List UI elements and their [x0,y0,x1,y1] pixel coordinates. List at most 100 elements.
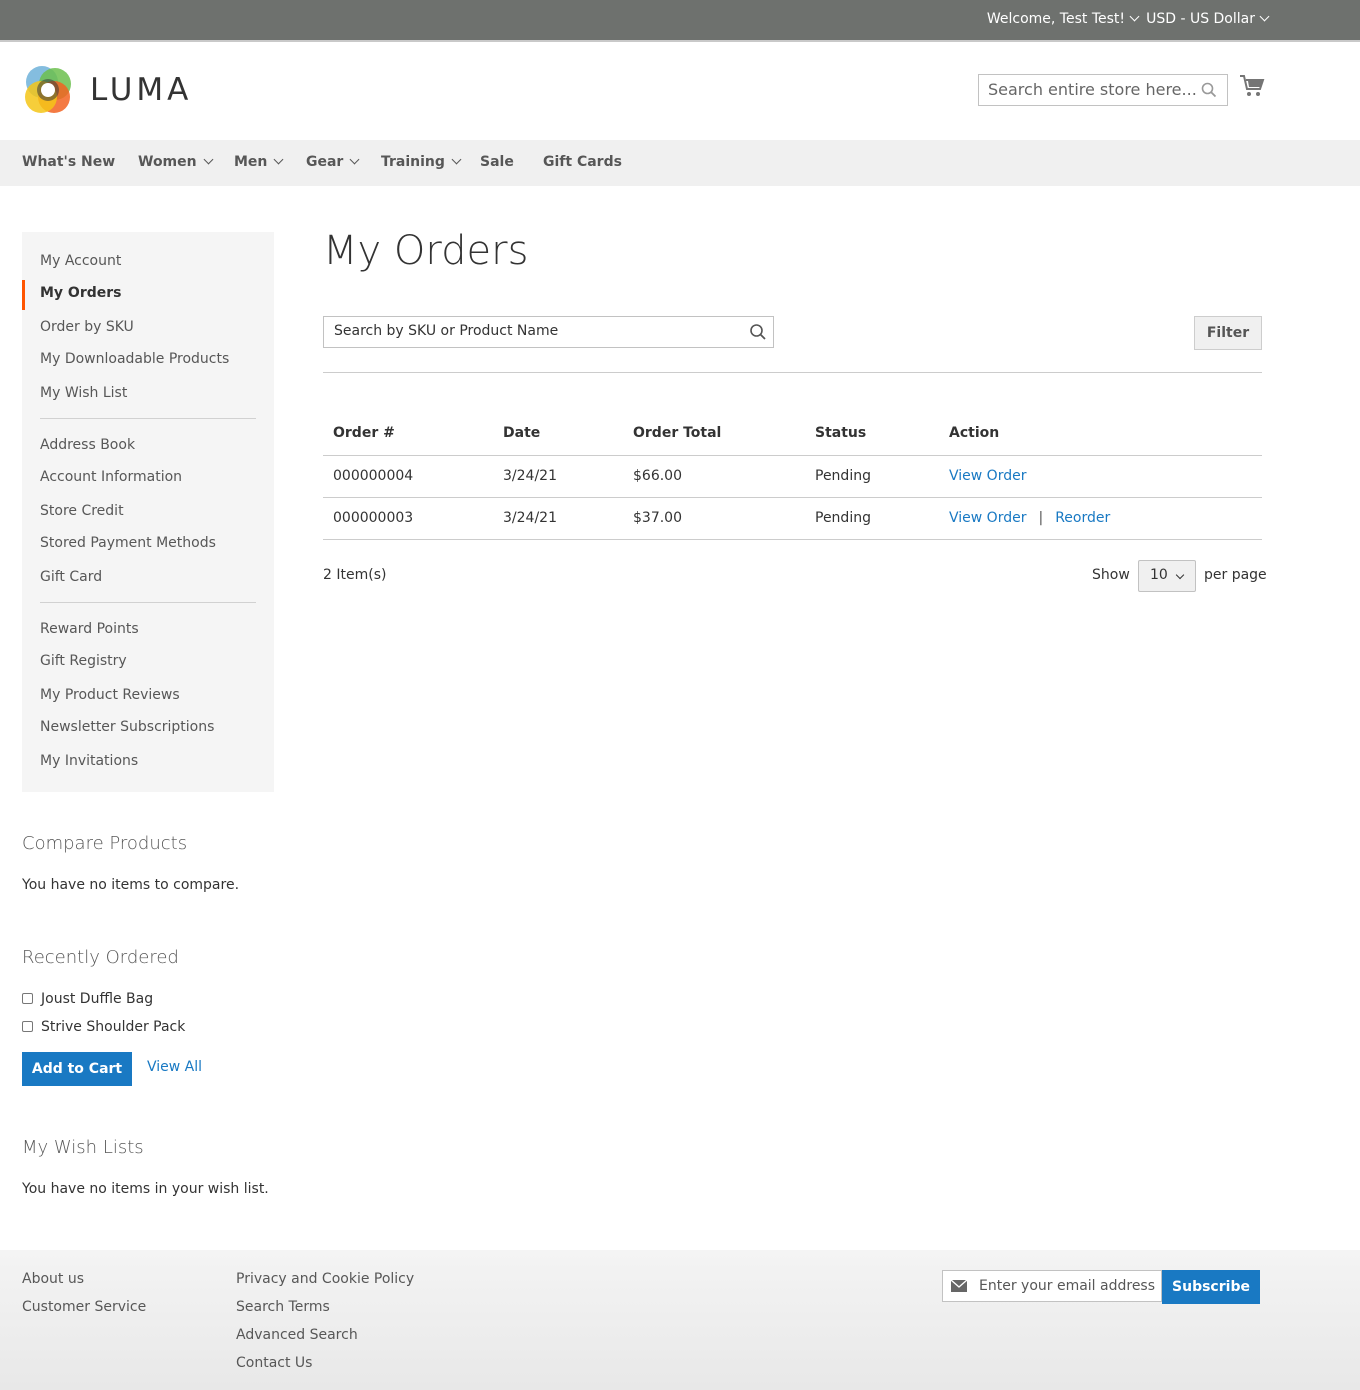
sidebar-item-stored-payment-methods[interactable]: Stored Payment Methods [40,535,216,551]
sidebar-item-gift-registry[interactable]: Gift Registry [40,653,127,669]
top-bar: Welcome, Test Test! USD - US Dollar [0,0,1360,42]
sidebar-divider [40,418,256,419]
order-total: $37.00 [623,497,805,540]
order-total: $66.00 [623,455,805,498]
nav-label: Gear [306,154,344,170]
order-date: 3/24/21 [493,497,623,540]
table-row: 000000003 3/24/21 $37.00 Pending View Or… [323,497,1262,540]
chevron-down-icon [349,154,360,165]
filter-button[interactable]: Filter [1194,316,1262,350]
store-search-input[interactable]: Search entire store here... [978,74,1228,106]
chevron-down-icon [1175,570,1185,580]
wishlists-title: My Wish Lists [22,1137,144,1158]
recently-ordered-title: Recently Ordered [22,947,179,968]
recently-ordered-item[interactable]: Strive Shoulder Pack [22,1019,185,1035]
logo-text: LUMA [90,72,193,108]
search-icon[interactable] [1201,82,1217,98]
chevron-down-icon [203,154,214,165]
store-logo[interactable]: LUMA [22,64,222,118]
action-separator: | [1038,510,1044,526]
view-order-link[interactable]: View Order [949,468,1026,484]
nav-gift-cards[interactable]: Gift Cards [543,154,622,170]
newsletter-email-input[interactable]: Enter your email address [942,1270,1162,1302]
reorder-link[interactable]: Reorder [1055,510,1110,526]
page-title: My Orders [323,228,529,274]
sidebar-item-product-reviews[interactable]: My Product Reviews [40,687,180,703]
nav-women[interactable]: Women [138,154,214,170]
sku-search-input[interactable]: Search by SKU or Product Name [323,316,774,348]
sidebar-item-gift-card[interactable]: Gift Card [40,569,102,585]
sidebar-item-wish-list[interactable]: My Wish List [40,385,127,401]
sidebar-item-address-book[interactable]: Address Book [40,437,135,453]
newsletter-placeholder: Enter your email address [979,1278,1156,1294]
welcome-text: Welcome, Test Test! [986,11,1125,27]
nav-whats-new[interactable]: What's New [22,154,115,170]
luma-logo-icon [25,66,71,113]
store-search-placeholder: Search entire store here... [988,80,1197,99]
nav-label: Women [138,154,197,170]
cart-icon[interactable] [1239,74,1265,98]
compare-empty-text: You have no items to compare. [22,877,240,893]
table-header-row: Order # Date Order Total Status Action [323,412,1262,456]
sidebar-item-reward-points[interactable]: Reward Points [40,621,139,637]
items-count: 2 Item(s) [323,567,387,583]
sidebar-item-my-orders[interactable]: My Orders [40,285,122,301]
nav-label: What's New [22,154,116,170]
sidebar-item-my-account[interactable]: My Account [40,253,121,269]
welcome-dropdown[interactable]: Welcome, Test Test! [986,11,1140,27]
per-page-value: 10 [1150,567,1168,583]
sidebar-item-account-information[interactable]: Account Information [40,469,182,485]
main-navigation: What's New Women Men Gear Training Sale … [0,140,1360,186]
checkbox[interactable] [22,1021,33,1032]
sidebar-item-order-by-sku[interactable]: Order by SKU [40,319,134,335]
wishlists-empty-text: You have no items in your wish list. [22,1181,269,1197]
column-header-date: Date [493,412,623,456]
envelope-icon [951,1280,967,1292]
nav-label: Gift Cards [543,154,622,170]
sidebar-item-store-credit[interactable]: Store Credit [40,503,124,519]
orders-table: Order # Date Order Total Status Action 0… [323,412,1262,540]
chevron-down-icon [1129,11,1140,22]
sidebar-item-downloadable-products[interactable]: My Downloadable Products [40,351,229,367]
column-header-order: Order # [323,412,493,456]
footer-link-privacy[interactable]: Privacy and Cookie Policy [236,1271,414,1287]
item-label: Strive Shoulder Pack [41,1019,186,1035]
column-header-total: Order Total [623,412,805,456]
sidebar-divider [40,602,256,603]
nav-label: Sale [480,154,514,170]
subscribe-button[interactable]: Subscribe [1162,1270,1260,1304]
per-page-select[interactable]: 10 [1138,560,1196,592]
sku-search-placeholder: Search by SKU or Product Name [334,323,559,339]
nav-gear[interactable]: Gear [306,154,360,170]
footer-link-contact-us[interactable]: Contact Us [236,1355,312,1371]
add-to-cart-button[interactable]: Add to Cart [22,1052,132,1086]
currency-switcher[interactable]: USD - US Dollar [1146,11,1270,27]
account-sidebar: My Account My Orders Order by SKU My Dow… [22,232,274,792]
view-all-link[interactable]: View All [147,1059,202,1075]
order-status: Pending [805,455,939,498]
order-number: 000000003 [323,497,493,540]
nav-sale[interactable]: Sale [480,154,514,170]
column-header-status: Status [805,412,939,456]
order-actions: View Order | Reorder [939,497,1262,540]
footer-link-search-terms[interactable]: Search Terms [236,1299,330,1315]
recently-ordered-item[interactable]: Joust Duffle Bag [22,991,153,1007]
footer-link-about-us[interactable]: About us [22,1271,84,1287]
nav-training[interactable]: Training [381,154,462,170]
chevron-down-icon [273,154,284,165]
view-order-link[interactable]: View Order [949,510,1026,526]
per-page-label: per page [1204,567,1267,583]
compare-title: Compare Products [22,833,188,854]
nav-label: Men [234,154,268,170]
chevron-down-icon [451,154,462,165]
show-label: Show [1092,567,1130,583]
order-number: 000000004 [323,455,493,498]
checkbox[interactable] [22,993,33,1004]
footer-link-advanced-search[interactable]: Advanced Search [236,1327,358,1343]
nav-men[interactable]: Men [234,154,284,170]
search-icon[interactable] [749,323,767,341]
sidebar-item-my-invitations[interactable]: My Invitations [40,753,138,769]
sidebar-item-newsletter-subscriptions[interactable]: Newsletter Subscriptions [40,719,214,735]
footer-link-customer-service[interactable]: Customer Service [22,1299,146,1315]
order-status: Pending [805,497,939,540]
